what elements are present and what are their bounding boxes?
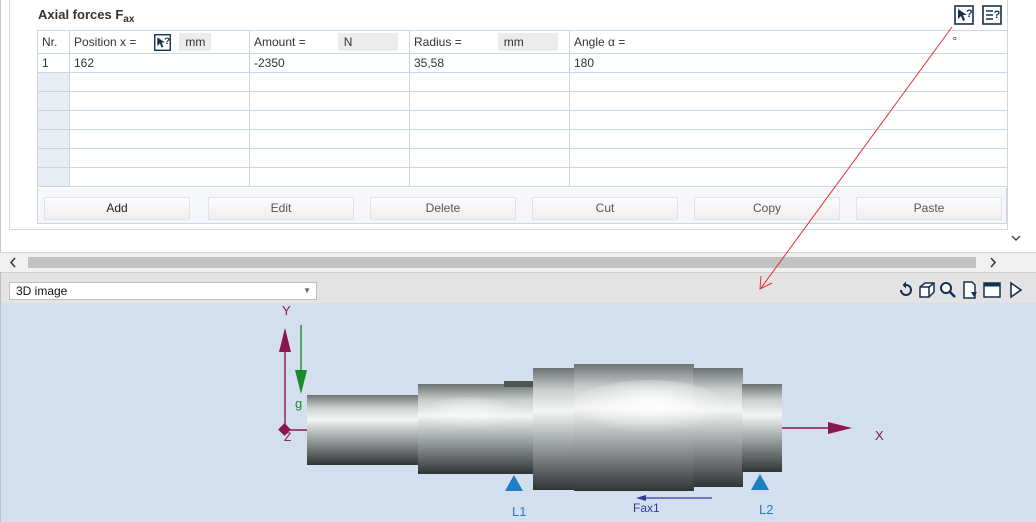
cell-position[interactable] [69,72,250,92]
cell-amount[interactable] [249,148,410,168]
cell-radius[interactable] [409,91,570,111]
view-type-value: 3D image [16,284,68,298]
paste-button[interactable]: Paste [856,197,1002,220]
cell-angle[interactable] [569,167,1008,187]
cell-angle[interactable] [569,148,1008,168]
col-header-position-label: Position x = [74,35,137,49]
info-list-icon[interactable]: ? [981,4,1003,26]
bearing-l2-label: L2 [759,502,773,517]
table-row[interactable] [37,167,1008,187]
cell-radius[interactable]: 35,58 [409,53,570,73]
cell-angle[interactable]: 180 [569,53,1008,73]
svg-text:?: ? [994,9,1001,21]
cell-angle[interactable] [569,72,1008,92]
table-row[interactable]: 1 162 -2350 35,58 180 [37,53,1008,73]
axial-forces-panel: Axial forces Fax ? ? Nr. Position x = ? … [0,0,1036,252]
cell-position[interactable] [69,148,250,168]
bearing-l1-label: L1 [512,504,526,519]
axis-x-label: X [875,428,884,443]
row-nr [37,72,70,92]
cell-angle[interactable] [569,129,1008,149]
svg-text:?: ? [966,8,973,20]
cell-position[interactable] [69,91,250,111]
row-nr [37,148,70,168]
cell-radius[interactable] [409,167,570,187]
scroll-right-icon[interactable] [986,254,1000,271]
chevron-down-icon: ▼ [303,286,311,295]
section-title-subscript: ax [123,14,135,25]
table-header-row: Nr. Position x = ? mm Amount = N Radius … [37,30,1008,54]
gravity-label: g [295,396,302,411]
add-button[interactable]: Add [44,197,190,220]
cell-position[interactable]: 162 [69,53,250,73]
table-row[interactable] [37,110,1008,130]
axis-z-label: Z [284,430,291,444]
graphics-toolbar: 3D image ▼ [1,272,1036,303]
view-type-select[interactable]: 3D image ▼ [9,282,317,300]
row-nr [37,91,70,111]
amount-unit[interactable]: N [337,33,398,51]
cell-angle[interactable] [569,110,1008,130]
cell-radius[interactable] [409,110,570,130]
cell-amount[interactable] [249,72,410,92]
zoom-icon[interactable] [939,281,957,299]
cell-radius[interactable] [409,148,570,168]
cube-icon[interactable] [918,281,936,299]
cell-position[interactable] [69,110,250,130]
col-header-radius: Radius = mm [409,30,570,54]
cell-amount[interactable]: -2350 [249,53,410,73]
col-header-angle-label: Angle α = [574,35,626,49]
table-button-bar: Add Edit Delete Cut Copy Paste [37,188,1007,224]
row-nr [37,167,70,187]
play-next-icon[interactable] [1007,281,1025,299]
angle-unit[interactable]: ° [953,36,957,48]
scroll-left-icon[interactable] [6,254,20,271]
delete-button[interactable]: Delete [370,197,516,220]
cell-position[interactable] [69,129,250,149]
edit-button[interactable]: Edit [208,197,354,220]
position-unit[interactable]: mm [179,33,212,51]
svg-text:?: ? [165,36,171,47]
col-header-amount: Amount = N [249,30,410,54]
cell-radius[interactable] [409,72,570,92]
cell-angle[interactable] [569,91,1008,111]
window-icon[interactable] [983,281,1001,299]
section-title-main: Axial forces F [38,7,124,22]
radius-unit[interactable]: mm [497,33,558,51]
cell-radius[interactable] [409,129,570,149]
scrollbar-thumb[interactable] [28,257,976,268]
axial-forces-table: Nr. Position x = ? mm Amount = N Radius … [37,30,1008,187]
axis-y-label: Y [282,303,291,318]
row-nr [37,129,70,149]
axial-force-label: Fax1 [633,501,660,515]
export-icon[interactable] [961,281,979,299]
row-nr [37,110,70,130]
row-nr: 1 [37,53,70,73]
cell-amount[interactable] [249,91,410,111]
col-header-radius-label: Radius = [414,35,462,49]
copy-button[interactable]: Copy [694,197,840,220]
cell-amount[interactable] [249,167,410,187]
cell-position[interactable] [69,167,250,187]
table-row[interactable] [37,72,1008,92]
cell-amount[interactable] [249,110,410,130]
cell-amount[interactable] [249,129,410,149]
table-row[interactable] [37,129,1008,149]
horizontal-scrollbar[interactable] [0,252,1036,272]
col-header-angle: Angle α = ° [569,30,1008,54]
table-row[interactable] [37,91,1008,111]
col-header-nr: Nr. [37,30,70,54]
help-cursor-icon[interactable]: ? [152,33,173,52]
rotate-icon[interactable] [897,281,915,299]
scroll-down-icon[interactable] [1009,230,1023,248]
col-header-position: Position x = ? mm [69,30,250,54]
section-title: Axial forces Fax [38,7,134,25]
cut-button[interactable]: Cut [532,197,678,220]
help-cursor-icon[interactable]: ? [953,4,975,26]
col-header-amount-label: Amount = [254,35,306,49]
table-row[interactable] [37,148,1008,168]
